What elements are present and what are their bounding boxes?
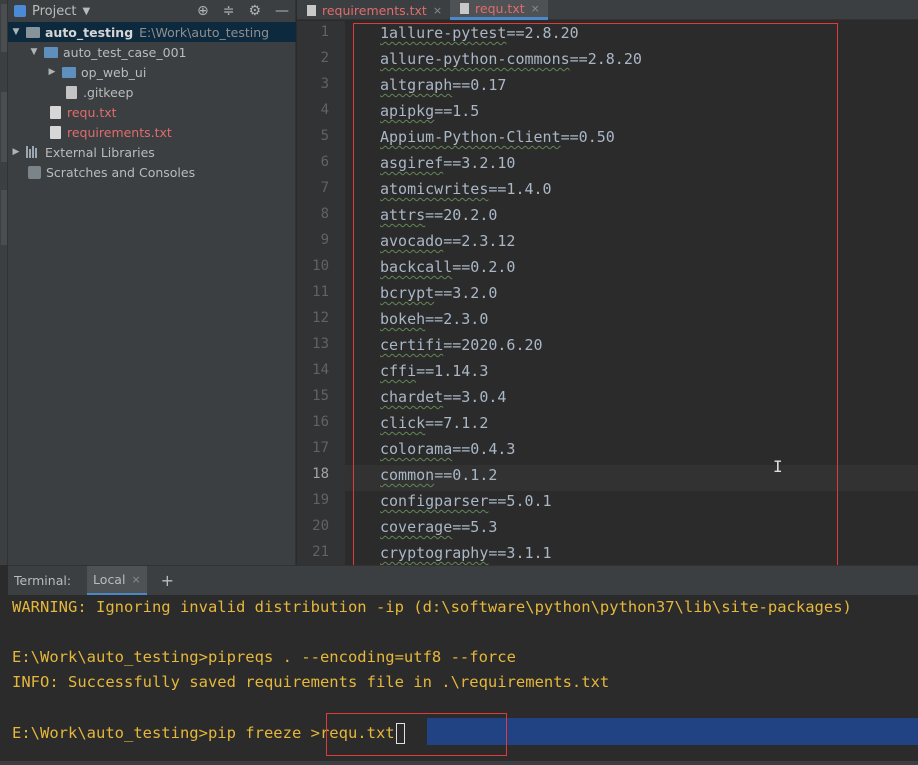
tab-label: requ.txt <box>475 1 525 16</box>
line-number: 6 <box>320 154 329 170</box>
close-icon[interactable]: × <box>433 4 442 17</box>
editor-tab-bar: requirements.txt × requ.txt × <box>297 0 918 20</box>
tree-item-requ-txt[interactable]: requ.txt <box>8 102 296 122</box>
line-number: 18 <box>312 466 329 482</box>
libraries-icon <box>26 146 40 158</box>
commit-tool-tab[interactable] <box>1 190 7 245</box>
collapse-arrow-icon[interactable]: ▶ <box>46 67 58 77</box>
line-number: 8 <box>320 206 329 222</box>
line-number: 13 <box>312 336 329 352</box>
tree-item-requirements-txt[interactable]: requirements.txt <box>8 122 296 142</box>
root-name: auto_testing <box>45 24 134 40</box>
gear-icon[interactable]: ⚙ <box>248 3 261 19</box>
project-panel-title: Project <box>32 3 77 19</box>
line-number: 15 <box>312 388 329 404</box>
tab-requirements-txt[interactable]: requirements.txt × <box>297 0 450 20</box>
add-terminal-button[interactable]: + <box>161 571 174 590</box>
expand-arrow-icon[interactable]: ▼ <box>10 27 22 37</box>
line-number: 17 <box>312 440 329 456</box>
project-tool-tab[interactable] <box>1 4 7 52</box>
text-file-icon <box>307 4 316 16</box>
line-number: 16 <box>312 414 329 430</box>
tree-item-external-libraries[interactable]: ▶ External Libraries <box>8 142 296 162</box>
text-file-icon <box>50 105 61 119</box>
close-icon[interactable]: × <box>131 573 140 586</box>
tree-root-auto-testing[interactable]: ▼ auto_testing E:\Work\auto_testing <box>8 22 296 42</box>
project-icon <box>14 5 26 17</box>
root-path: E:\Work\auto_testing <box>139 24 270 40</box>
line-number: 14 <box>312 362 329 378</box>
line-number-gutter: 1 2 3 4 5 6 7 8 9 10 11 12 13 14 15 16 17 18 19 20 21 <box>297 21 345 565</box>
line-number: 1 <box>320 24 329 40</box>
tree-item-label: auto_test_case_001 <box>63 44 187 60</box>
file-icon <box>66 85 77 99</box>
expand-arrow-icon[interactable]: ▼ <box>28 47 40 57</box>
tree-item-label: Scratches and Consoles <box>46 164 196 180</box>
line-number: 19 <box>312 492 329 508</box>
tree-item-scratches[interactable]: Scratches and Consoles <box>8 162 296 182</box>
structure-tool-tab[interactable] <box>1 92 7 162</box>
collapse-arrow-icon[interactable]: ▶ <box>10 147 22 157</box>
terminal-line: E:\Work\auto_testing>pipreqs . --encodin… <box>12 648 516 666</box>
collapse-all-icon[interactable]: ≑ <box>223 3 235 19</box>
terminal-output[interactable]: WARNING: Ignoring invalid distribution -… <box>8 595 918 765</box>
code-editor[interactable]: 1 2 3 4 5 6 7 8 9 10 11 12 13 14 15 16 17 18 19 20 21 1allur… <box>297 21 918 569</box>
locate-icon[interactable]: ⊕ <box>197 3 209 19</box>
tree-item-gitkeep[interactable]: .gitkeep <box>8 82 296 102</box>
tab-label: requirements.txt <box>322 2 427 18</box>
chevron-down-icon[interactable]: ▼ <box>82 6 90 17</box>
tree-item-op-web-ui[interactable]: ▶ op_web_ui <box>8 62 296 82</box>
line-number: 12 <box>312 310 329 326</box>
tab-requ-txt[interactable]: requ.txt × <box>450 0 548 20</box>
terminal-title: Terminal: <box>14 573 72 588</box>
tree-item-label: op_web_ui <box>81 64 147 80</box>
folder-icon <box>62 66 76 78</box>
line-number: 5 <box>320 128 329 144</box>
terminal-header: Terminal: Local × + <box>8 565 918 596</box>
scratches-icon <box>28 165 41 179</box>
tree-item-label: .gitkeep <box>83 84 134 100</box>
text-file-icon <box>50 125 61 139</box>
line-number: 11 <box>312 284 329 300</box>
folder-icon <box>26 26 40 38</box>
line-number: 21 <box>312 544 329 560</box>
line-number: 20 <box>312 518 329 534</box>
close-icon[interactable]: × <box>531 2 540 15</box>
hide-icon[interactable]: — <box>275 3 289 19</box>
terminal-tab-label: Local <box>93 571 126 587</box>
project-panel-header[interactable]: Project ▼ ⊕ ≑ ⚙ — <box>8 0 295 22</box>
line-number: 2 <box>320 50 329 66</box>
line-number: 7 <box>320 180 329 196</box>
mouse-text-cursor: I <box>773 457 783 476</box>
terminal-tab-local[interactable]: Local × <box>87 565 147 596</box>
text-file-icon <box>460 3 470 14</box>
editor-annotation-box <box>353 23 838 569</box>
terminal-annotation-box <box>326 713 507 756</box>
terminal-line: WARNING: Ignoring invalid distribution -… <box>12 598 852 616</box>
line-number: 10 <box>312 258 329 274</box>
tree-item-label: requirements.txt <box>67 124 172 140</box>
folder-icon <box>44 46 58 58</box>
terminal-line: INFO: Successfully saved requirements fi… <box>12 673 610 691</box>
terminal-prompt: E:\Work\auto_testing>pip freeze <box>12 724 311 742</box>
tree-item-auto-test-case-001[interactable]: ▼ auto_test_case_001 <box>8 42 296 62</box>
status-strip <box>0 761 918 765</box>
left-tool-strip[interactable] <box>0 0 8 565</box>
line-number: 9 <box>320 232 329 248</box>
line-number: 3 <box>320 76 329 92</box>
project-panel: Project ▼ ⊕ ≑ ⚙ — ▼ auto_testing E:\Work… <box>8 0 296 565</box>
tree-item-label: External Libraries <box>45 144 155 160</box>
tree-item-label: requ.txt <box>67 104 117 120</box>
line-number: 4 <box>320 102 329 118</box>
